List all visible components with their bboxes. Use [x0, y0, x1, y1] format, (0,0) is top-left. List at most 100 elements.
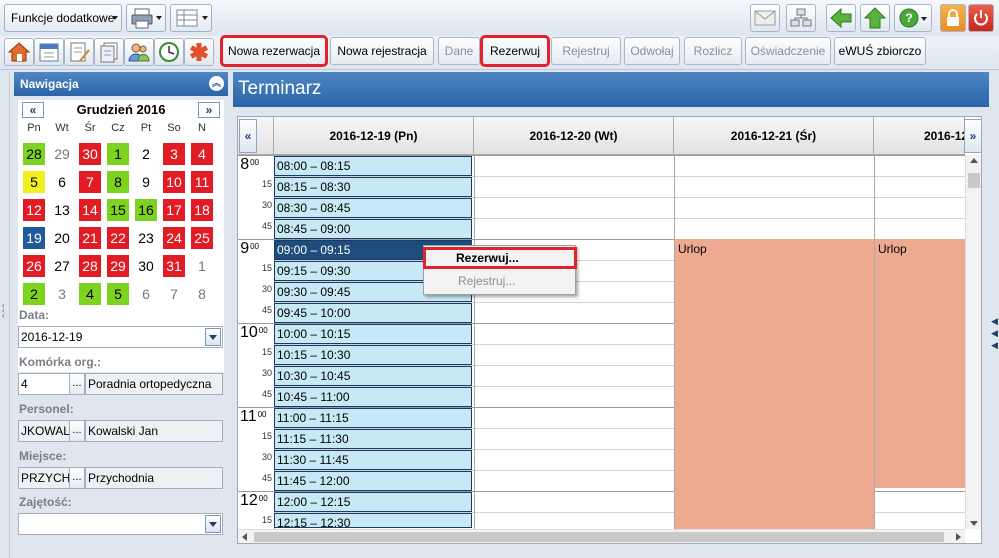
calendar-day[interactable]: 29: [51, 143, 73, 165]
calendar-day[interactable]: 21: [79, 227, 101, 249]
calendar-day[interactable]: 12: [23, 199, 45, 221]
documents-button[interactable]: [94, 38, 124, 66]
time-slot[interactable]: 08:30 – 08:45: [274, 198, 472, 218]
calendar-day[interactable]: 28: [23, 143, 45, 165]
collapse-icon[interactable]: ︽: [209, 76, 224, 91]
calendar-day[interactable]: 4: [191, 143, 213, 165]
zajetosc-dropdown-button[interactable]: [205, 515, 221, 533]
calendar-button[interactable]: [34, 38, 64, 66]
calendar-day[interactable]: 5: [107, 283, 129, 305]
calendar-day[interactable]: 16: [135, 199, 157, 221]
calendar-day[interactable]: 20: [51, 227, 73, 249]
urlop-block[interactable]: Urlop: [675, 239, 874, 529]
calendar-day[interactable]: 31: [163, 255, 185, 277]
calendar-day[interactable]: 4: [79, 283, 101, 305]
scroll-left-icon[interactable]: [242, 533, 247, 541]
dane-button[interactable]: Dane: [438, 37, 480, 65]
nowa-rejestracja-button[interactable]: Nowa rejestracja: [330, 37, 434, 65]
calendar-day[interactable]: 13: [51, 199, 73, 221]
komorka-code-field[interactable]: 4: [18, 373, 70, 395]
network-button[interactable]: [786, 4, 816, 32]
time-slot[interactable]: 12:15 – 12:30: [274, 513, 472, 528]
time-slot[interactable]: 09:45 – 10:00: [274, 303, 472, 323]
calendar-day[interactable]: 28: [79, 255, 101, 277]
personel-code-field[interactable]: JKOWAL: [18, 420, 70, 442]
funkcje-dodatkowe-dropdown[interactable]: Funkcje dodatkowe: [4, 4, 122, 32]
rezerwuj-button[interactable]: Rezerwuj: [480, 35, 550, 67]
time-slot[interactable]: 11:45 – 12:00: [274, 471, 472, 491]
calendar-day[interactable]: 8: [191, 283, 213, 305]
calendar-day[interactable]: 8: [107, 171, 129, 193]
calendar-day[interactable]: 19: [23, 227, 45, 249]
personel-browse-button[interactable]: ...: [69, 420, 85, 442]
help-dropdown[interactable]: ?: [894, 4, 932, 32]
left-splitter[interactable]: ‹ ‹ ‹: [0, 71, 10, 558]
calendar-next-button[interactable]: »: [198, 102, 220, 118]
date-dropdown-button[interactable]: [205, 328, 221, 346]
layout-dropdown[interactable]: [170, 4, 212, 32]
back-button[interactable]: [826, 4, 856, 32]
time-slot[interactable]: 10:15 – 10:30: [274, 345, 472, 365]
calendar-day[interactable]: 6: [51, 171, 73, 193]
komorka-browse-button[interactable]: ...: [69, 373, 85, 395]
scroll-down-icon[interactable]: [970, 521, 978, 526]
date-field[interactable]: 2016-12-19: [18, 326, 223, 348]
calendar-day[interactable]: 14: [79, 199, 101, 221]
vertical-scrollbar[interactable]: [965, 155, 981, 529]
calendar-day[interactable]: 30: [79, 143, 101, 165]
calendar-day[interactable]: 18: [191, 199, 213, 221]
calendar-day[interactable]: 11: [191, 171, 213, 193]
power-button[interactable]: [968, 4, 994, 32]
calendar-day[interactable]: 24: [163, 227, 185, 249]
day-header-4[interactable]: 2016-12-22 (Cz): [874, 117, 965, 155]
time-slot[interactable]: 11:00 – 11:15: [274, 408, 472, 428]
scrollbar-thumb[interactable]: [968, 173, 980, 188]
scroll-up-icon[interactable]: [970, 158, 978, 163]
miejsce-code-field[interactable]: PRZYCH: [18, 467, 70, 489]
calendar-day[interactable]: 2: [135, 143, 157, 165]
calendar-day[interactable]: 2: [23, 283, 45, 305]
calendar-day[interactable]: 15: [107, 199, 129, 221]
calendar-day[interactable]: 22: [107, 227, 129, 249]
context-rezerwuj-item[interactable]: Rezerwuj...: [423, 247, 577, 269]
day-header-2[interactable]: 2016-12-20 (Wt): [474, 117, 674, 155]
rejestruj-button[interactable]: Rejestruj: [551, 37, 621, 65]
calendar-day[interactable]: 3: [51, 283, 73, 305]
up-button[interactable]: [860, 4, 890, 32]
oswiadczenie-button[interactable]: Oświadczenie: [745, 37, 831, 65]
calendar-prev-button[interactable]: «: [22, 102, 44, 118]
time-slot[interactable]: 10:00 – 10:15: [274, 324, 472, 344]
calendar-day[interactable]: 1: [107, 143, 129, 165]
calendar-day[interactable]: 17: [163, 199, 185, 221]
message-button[interactable]: [750, 4, 780, 32]
calendar-day[interactable]: 30: [135, 255, 157, 277]
time-slot[interactable]: 12:00 – 12:15: [274, 492, 472, 512]
schedule-prev-button[interactable]: «: [239, 119, 257, 153]
calendar-day[interactable]: 1: [191, 255, 213, 277]
ewus-zbiorczo-button[interactable]: eWUŚ zbiorczo: [834, 37, 926, 65]
time-slot[interactable]: 08:45 – 09:00: [274, 219, 472, 239]
calendar-day[interactable]: 6: [135, 283, 157, 305]
clock-button[interactable]: [154, 38, 184, 66]
calendar-day[interactable]: 26: [23, 255, 45, 277]
calendar-day[interactable]: 5: [23, 171, 45, 193]
odwolaj-button[interactable]: Odwołaj: [624, 37, 680, 65]
scroll-right-icon[interactable]: [956, 533, 961, 541]
miejsce-browse-button[interactable]: ...: [69, 467, 85, 489]
calendar-day[interactable]: 25: [191, 227, 213, 249]
medical-button[interactable]: [184, 38, 214, 66]
calendar-day[interactable]: 10: [163, 171, 185, 193]
home-button[interactable]: [4, 38, 34, 66]
hscrollbar-thumb[interactable]: [254, 532, 944, 542]
lock-button[interactable]: [940, 4, 966, 32]
time-slot[interactable]: 11:30 – 11:45: [274, 450, 472, 470]
calendar-day[interactable]: 7: [79, 171, 101, 193]
time-slot[interactable]: 08:00 – 08:15: [274, 156, 472, 176]
calendar-day[interactable]: 23: [135, 227, 157, 249]
time-slot[interactable]: 10:30 – 10:45: [274, 366, 472, 386]
day-header-1[interactable]: 2016-12-19 (Pn): [274, 117, 474, 155]
calendar-day[interactable]: 29: [107, 255, 129, 277]
rozlicz-button[interactable]: Rozlicz: [684, 37, 742, 65]
print-dropdown[interactable]: [126, 4, 166, 32]
time-slot[interactable]: 11:15 – 11:30: [274, 429, 472, 449]
